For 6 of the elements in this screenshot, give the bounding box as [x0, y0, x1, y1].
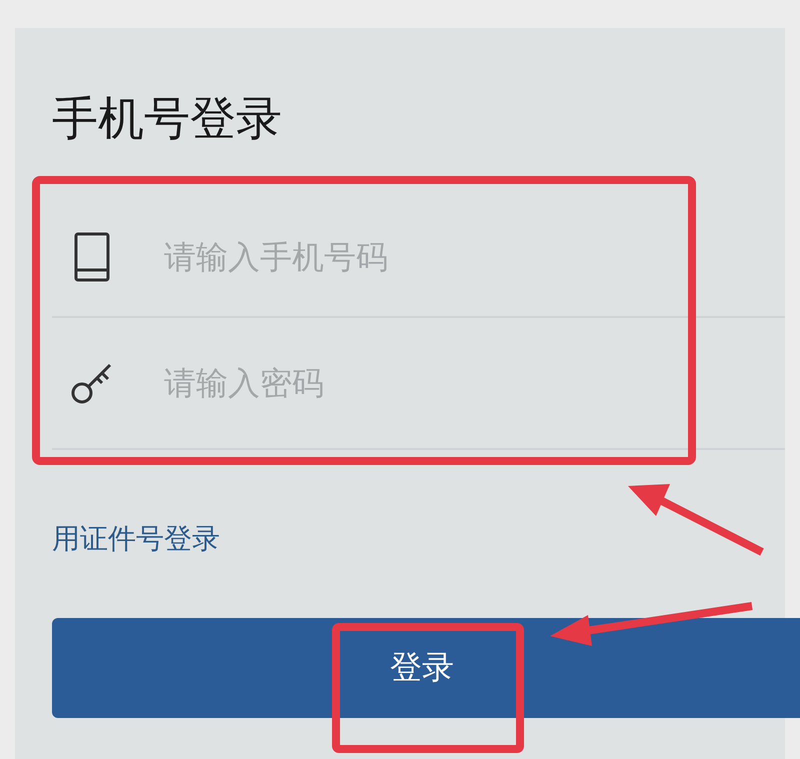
login-button[interactable]: 登录 [52, 618, 800, 718]
input-field[interactable]: 请输入密码 [162, 363, 646, 403]
id-login-link[interactable]: 用证件号登录 [52, 520, 220, 558]
page-title: 手机号登录 [52, 90, 283, 147]
input-field[interactable]: 请输入手机号码 [162, 237, 646, 277]
key-icon [70, 361, 114, 405]
